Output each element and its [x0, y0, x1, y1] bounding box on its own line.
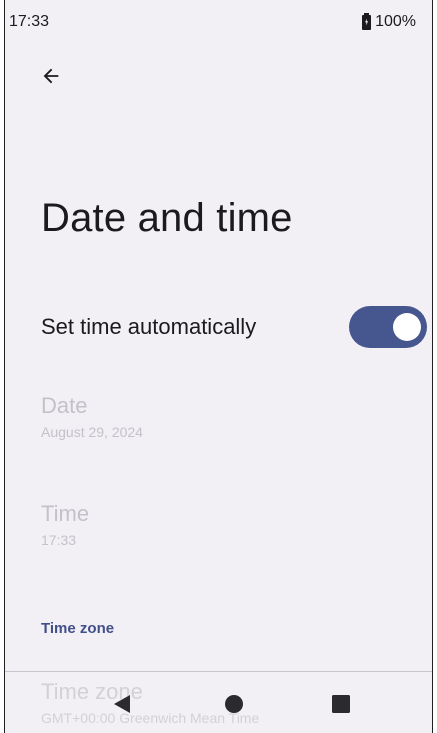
settings-screen: 17:33 100% Date and time Set time automa…: [4, 0, 433, 733]
set-time-automatically-label: Set time automatically: [41, 314, 257, 339]
time-zone-section-header: Time zone: [41, 620, 115, 637]
triangle-back-icon: [114, 695, 130, 713]
navigation-bar: [5, 672, 432, 733]
battery-indicator: 100%: [362, 12, 416, 31]
toggle-thumb: [393, 313, 421, 341]
page-title: Date and time: [41, 196, 293, 240]
nav-home-button[interactable]: [220, 690, 248, 718]
square-recents-icon: [332, 695, 350, 713]
battery-charging-icon: [362, 12, 372, 30]
time-preference: Time 17:33: [41, 500, 89, 548]
battery-percent: 100%: [375, 13, 416, 30]
status-time: 17:33: [9, 13, 50, 30]
nav-back-button[interactable]: [108, 690, 136, 718]
auto-time-toggle[interactable]: [349, 306, 427, 348]
time-value: 17:33: [41, 532, 77, 548]
set-time-automatically-row[interactable]: Set time automatically: [5, 296, 432, 360]
status-bar: 17:33 100%: [5, 0, 432, 40]
arrow-left-icon: [43, 68, 59, 84]
time-title: Time: [41, 501, 90, 526]
back-button[interactable]: [31, 56, 71, 96]
circle-home-icon: [225, 695, 243, 713]
date-value: August 29, 2024: [41, 424, 143, 440]
date-title: Date: [41, 393, 88, 418]
nav-recents-button[interactable]: [327, 690, 355, 718]
date-preference: Date August 29, 2024: [41, 392, 143, 440]
